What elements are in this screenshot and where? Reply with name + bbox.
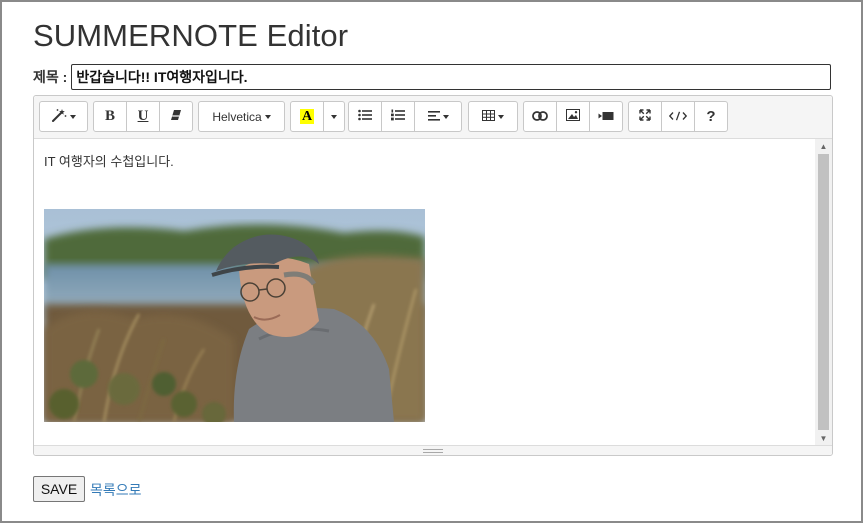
table-group bbox=[468, 101, 518, 132]
scroll-thumb[interactable] bbox=[818, 154, 829, 430]
chevron-down-icon bbox=[331, 114, 337, 119]
style-button[interactable] bbox=[39, 101, 88, 132]
chevron-down-icon bbox=[498, 114, 504, 119]
code-view-icon bbox=[668, 109, 688, 124]
link-button[interactable] bbox=[523, 101, 557, 132]
chevron-down-icon bbox=[442, 114, 449, 119]
list-link[interactable]: 목록으로 bbox=[90, 480, 142, 500]
picture-button[interactable] bbox=[556, 101, 590, 132]
ordered-list-icon bbox=[391, 109, 405, 124]
style-group bbox=[39, 101, 88, 132]
font-style-group: B U bbox=[93, 101, 193, 132]
font-name-dropdown[interactable]: Helvetica bbox=[198, 101, 285, 132]
fullscreen-icon bbox=[639, 109, 651, 124]
view-group: ? bbox=[628, 101, 728, 132]
clear-format-button[interactable] bbox=[159, 101, 193, 132]
title-label: 제목 : bbox=[33, 69, 68, 85]
align-dropdown[interactable] bbox=[414, 101, 462, 132]
magic-icon bbox=[51, 108, 67, 125]
summernote-editor: B U Helvetica A ? IT 여행자의 수첩입니다. ▲ ▼ bbox=[33, 95, 833, 456]
photo-image bbox=[44, 209, 425, 422]
table-dropdown[interactable] bbox=[468, 101, 518, 132]
color-group: A bbox=[290, 101, 345, 132]
title-row: 제목 : bbox=[33, 64, 831, 90]
insert-group bbox=[523, 101, 623, 132]
table-icon bbox=[482, 109, 495, 124]
video-button[interactable] bbox=[589, 101, 623, 132]
editor-toolbar: B U Helvetica A ? bbox=[34, 96, 832, 139]
paragraph-group bbox=[348, 101, 462, 132]
fullscreen-button[interactable] bbox=[628, 101, 662, 132]
align-left-icon bbox=[427, 109, 440, 124]
inserted-photo[interactable] bbox=[44, 209, 425, 422]
scroll-down-arrow-icon[interactable]: ▼ bbox=[815, 431, 832, 445]
page-title: SUMMERNOTE Editor bbox=[33, 18, 349, 53]
unordered-list-icon bbox=[358, 109, 372, 124]
help-button[interactable]: ? bbox=[694, 101, 728, 132]
color-button[interactable]: A bbox=[290, 101, 324, 132]
eraser-icon bbox=[169, 109, 183, 124]
editor-content[interactable]: IT 여행자의 수첩입니다. ▲ ▼ bbox=[34, 139, 832, 445]
chevron-down-icon bbox=[264, 114, 271, 119]
save-button[interactable]: SAVE bbox=[33, 476, 85, 502]
underline-button[interactable]: U bbox=[126, 101, 160, 132]
title-input[interactable] bbox=[71, 64, 831, 90]
code-view-button[interactable] bbox=[661, 101, 695, 132]
content-scrollbar[interactable]: ▲ ▼ bbox=[815, 139, 832, 445]
font-name-group: Helvetica bbox=[198, 101, 285, 132]
bold-button[interactable]: B bbox=[93, 101, 127, 132]
ordered-list-button[interactable] bbox=[381, 101, 415, 132]
picture-icon bbox=[566, 109, 580, 124]
font-name-label: Helvetica bbox=[212, 109, 262, 124]
color-dropdown[interactable] bbox=[323, 101, 345, 132]
unordered-list-button[interactable] bbox=[348, 101, 382, 132]
scroll-up-arrow-icon[interactable]: ▲ bbox=[815, 139, 832, 153]
link-icon bbox=[532, 109, 548, 124]
video-icon bbox=[598, 109, 614, 124]
resize-grip-icon[interactable] bbox=[423, 448, 443, 453]
resize-bar[interactable] bbox=[34, 445, 832, 455]
chevron-down-icon bbox=[70, 114, 76, 119]
content-text: IT 여행자의 수첩입니다. bbox=[44, 154, 174, 169]
color-letter-icon: A bbox=[299, 109, 315, 124]
